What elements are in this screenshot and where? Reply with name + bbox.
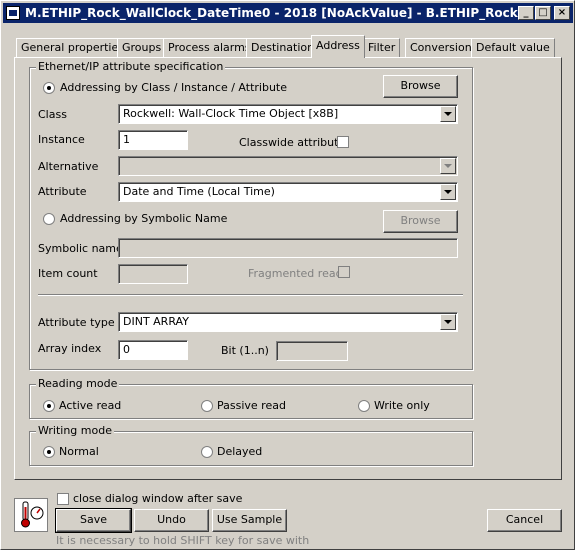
instance-label: Instance xyxy=(38,133,85,146)
passive-read-radio[interactable] xyxy=(201,400,213,412)
class-label: Class xyxy=(38,108,67,121)
delayed-write-label: Delayed xyxy=(217,445,263,458)
attribute-type-label: Attribute type xyxy=(38,316,115,329)
chevron-down-icon[interactable] xyxy=(440,314,456,330)
class-select-value: Rockwell: Wall-Clock Time Object [x8B] xyxy=(123,107,339,120)
chevron-down-icon[interactable] xyxy=(440,184,456,200)
cancel-button[interactable]: Cancel xyxy=(487,509,562,532)
app-icon xyxy=(6,6,20,20)
addressing-class-label: Addressing by Class / Instance / Attribu… xyxy=(60,81,287,94)
chevron-down-icon xyxy=(440,158,456,174)
symbolic-name-label: Symbolic name xyxy=(38,242,123,255)
alternative-select[interactable] xyxy=(118,156,458,176)
tab-groups[interactable]: Groups xyxy=(117,38,167,57)
write-only-label: Write only xyxy=(374,399,430,412)
class-select[interactable]: Rockwell: Wall-Clock Time Object [x8B] xyxy=(118,104,458,124)
classwide-label: Classwide attribute xyxy=(239,136,346,149)
passive-read-label: Passive read xyxy=(217,399,286,412)
maximize-button[interactable]: □ xyxy=(535,6,551,20)
tab-filter[interactable]: Filter xyxy=(363,38,401,57)
thermometer-gauge-icon xyxy=(14,498,48,532)
symbolic-name-input[interactable] xyxy=(118,238,458,258)
undo-button[interactable]: Undo xyxy=(134,509,209,532)
writing-mode-title: Writing mode xyxy=(36,424,114,437)
attribute-select-value: Date and Time (Local Time) xyxy=(123,185,275,198)
write-only-radio[interactable] xyxy=(358,400,370,412)
item-count-input[interactable] xyxy=(118,264,188,284)
minimize-button[interactable]: _ xyxy=(518,6,534,20)
instance-input[interactable]: 1 xyxy=(118,130,188,150)
active-read-radio[interactable] xyxy=(43,400,55,412)
array-index-input[interactable]: 0 xyxy=(118,340,188,360)
alternative-label: Alternative xyxy=(38,160,99,173)
attribute-select[interactable]: Date and Time (Local Time) xyxy=(118,182,458,202)
close-after-save-label: close dialog window after save xyxy=(73,492,243,505)
tab-address[interactable]: Address xyxy=(311,35,365,58)
chevron-down-icon[interactable] xyxy=(440,106,456,122)
array-index-label: Array index xyxy=(38,342,102,355)
tab-process-alarms[interactable]: Process alarms xyxy=(163,38,256,57)
reading-mode-title: Reading mode xyxy=(36,377,120,390)
browse-symbolic-button[interactable]: Browse xyxy=(383,210,458,233)
addressing-symbolic-radio[interactable] xyxy=(43,213,55,225)
attribute-type-select[interactable]: DINT ARRAY xyxy=(118,312,458,332)
bit-label: Bit (1..n) xyxy=(221,344,269,357)
item-count-label: Item count xyxy=(38,267,98,280)
normal-write-label: Normal xyxy=(59,445,99,458)
separator xyxy=(38,294,463,296)
dialog-window: M.ETHIP_Rock_WallClock_DateTime0 - 2018 … xyxy=(0,0,575,550)
use-sample-button[interactable]: Use Sample xyxy=(212,509,287,532)
fragmented-read-label: Fragmented read xyxy=(248,267,343,280)
attribute-label: Attribute xyxy=(38,185,87,198)
addressing-class-radio[interactable] xyxy=(43,82,55,94)
window-title: M.ETHIP_Rock_WallClock_DateTime0 - 2018 … xyxy=(25,6,518,20)
title-bar[interactable]: M.ETHIP_Rock_WallClock_DateTime0 - 2018 … xyxy=(3,3,573,23)
fragmented-read-checkbox[interactable] xyxy=(338,266,350,278)
classwide-checkbox[interactable] xyxy=(337,136,349,148)
active-read-label: Active read xyxy=(59,399,122,412)
bit-input[interactable] xyxy=(276,341,348,361)
ethip-group-title: Ethernet/IP attribute specification xyxy=(36,60,226,73)
tab-default-value[interactable]: Default value xyxy=(471,38,555,57)
delayed-write-radio[interactable] xyxy=(201,446,213,458)
browse-button[interactable]: Browse xyxy=(383,75,458,98)
normal-write-radio[interactable] xyxy=(43,446,55,458)
save-hint-text: It is necessary to hold SHIFT key for sa… xyxy=(56,534,310,547)
close-button[interactable]: × xyxy=(554,6,570,20)
addressing-symbolic-label: Addressing by Symbolic Name xyxy=(60,212,228,225)
tab-conversion[interactable]: Conversion xyxy=(405,38,477,57)
tab-destination[interactable]: Destination xyxy=(246,38,320,57)
attribute-type-value: DINT ARRAY xyxy=(123,315,189,328)
save-button[interactable]: Save xyxy=(55,508,132,533)
close-after-save-checkbox[interactable] xyxy=(57,493,69,505)
tab-general-properties[interactable]: General properties xyxy=(16,38,129,57)
